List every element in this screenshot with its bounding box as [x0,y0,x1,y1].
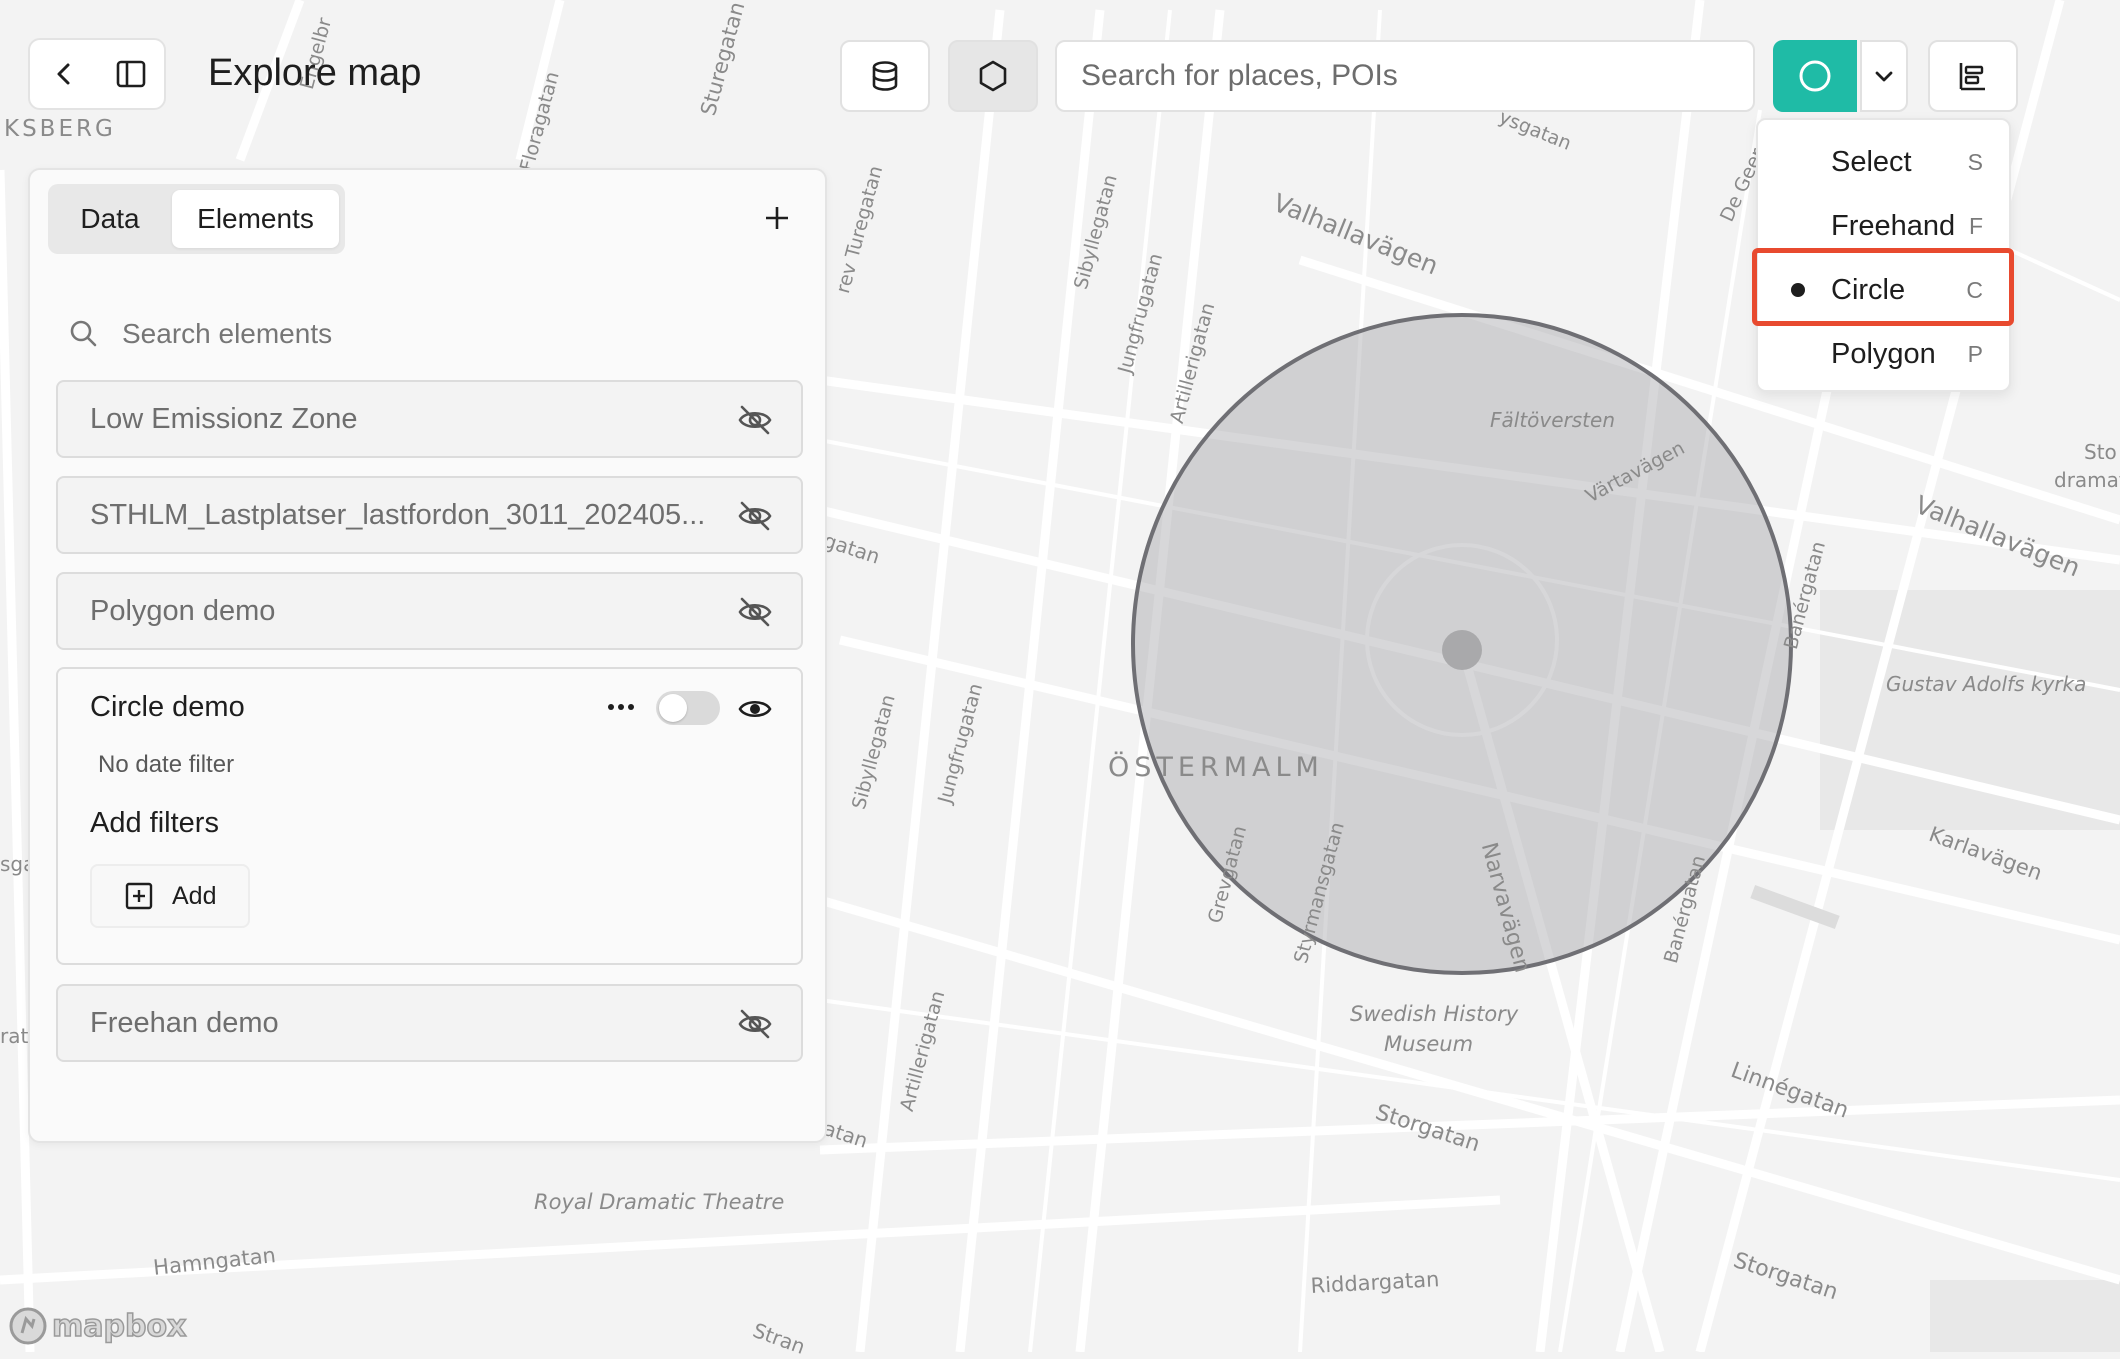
mapbox-wordmark: mapbox [51,1308,187,1345]
plus-icon [766,207,788,229]
add-filter-button[interactable]: Add [90,864,250,928]
database-icon [872,61,898,91]
shortcut-key: F [1968,212,1983,239]
nav-controls [28,38,166,110]
tab-elements[interactable]: Elements [172,190,339,248]
map-label-place: Royal Dramatic Theatre [534,1190,785,1214]
eye-icon[interactable] [737,691,773,727]
elements-panel: Data Elements Search elements Low Emissi… [28,168,827,1143]
map-label-place: Museum [1384,1032,1474,1056]
map-label-district: KSBERG [4,116,116,142]
menu-item-freehand[interactable]: Freehand F [1758,196,2009,256]
selected-dot-icon [1791,283,1805,297]
add-element-button[interactable] [757,198,797,238]
shortcut-key: C [1966,276,1983,303]
shortcut-key: P [1967,340,1983,367]
data-sources-button[interactable] [840,40,930,112]
page-title: Explore map [208,52,422,94]
map-label-place: dramat [2054,468,2120,492]
layers-icon [1959,63,1985,91]
element-name: STHLM_Lastplatser_lastfordon_3011_202405… [90,499,706,531]
hexagon-icon [979,60,1007,92]
menu-item-polygon[interactable]: Polygon P [1758,324,2009,384]
map-label-place: Swedish History [1350,1002,1519,1026]
eye-off-icon[interactable] [737,594,773,630]
element-name: Circle demo [90,691,245,723]
panel-tabs: Data Elements [48,184,345,254]
eye-off-icon[interactable] [737,1006,773,1042]
map-label-place: Sto [2084,440,2117,464]
circle-icon [1799,60,1831,92]
element-toggle[interactable] [656,691,720,725]
eye-off-icon[interactable] [737,498,773,534]
add-label: Add [172,881,217,910]
draw-circle-button[interactable] [1773,40,1857,112]
search-placeholder: Search elements [122,318,333,349]
element-name: Polygon demo [90,595,276,627]
elements-search-input[interactable]: Search elements [68,304,332,364]
element-name: Low Emissionz Zone [90,403,358,435]
element-row[interactable]: STHLM_Lastplatser_lastfordon_3011_202405… [56,476,803,554]
back-icon[interactable] [44,54,84,94]
tab-data[interactable]: Data [54,190,166,248]
shortcut-key: S [1967,148,1983,175]
mapbox-logo-icon [9,1307,47,1345]
map-label-place: Fältöversten [1490,408,1615,432]
toggle-knob [659,694,687,722]
eye-off-icon[interactable] [737,402,773,438]
draw-mode-menu: Select S Freehand F Circle C Polygon P [1756,118,2011,392]
element-card-active[interactable]: Circle demo No date filter Add filters A… [56,667,803,965]
map-label-place: Gustav Adolfs kyrka [1886,672,2087,696]
date-filter-status: No date filter [98,751,235,778]
sidebar-icon[interactable] [111,54,151,94]
place-search-input[interactable]: Search for places, POIs [1055,40,1755,112]
menu-item-label: Polygon [1831,337,1936,370]
mapbox-attribution[interactable]: mapbox [8,1306,187,1346]
more-options-icon[interactable] [606,695,636,719]
search-icon [68,318,100,350]
map-label-street: rat [0,1024,29,1048]
chevron-down-icon [1875,71,1893,82]
element-row[interactable]: Polygon demo [56,572,803,650]
map-label-district: ÖSTERMALM [1108,752,1324,783]
menu-item-label: Circle [1831,273,1906,306]
menu-item-label: Freehand [1831,209,1956,242]
layers-button[interactable] [1928,40,2018,112]
menu-item-select[interactable]: Select S [1758,132,2009,192]
element-name: Freehan demo [90,1007,279,1039]
draw-mode-dropdown[interactable] [1860,40,1908,112]
element-row[interactable]: Low Emissionz Zone [56,380,803,458]
menu-item-circle[interactable]: Circle C [1758,260,2009,320]
plus-square-icon [124,881,154,911]
filters-heading: Add filters [90,807,219,839]
hexagon-tool-button[interactable] [948,40,1038,112]
element-row[interactable]: Freehan demo [56,984,803,1062]
menu-item-label: Select [1831,145,1912,178]
